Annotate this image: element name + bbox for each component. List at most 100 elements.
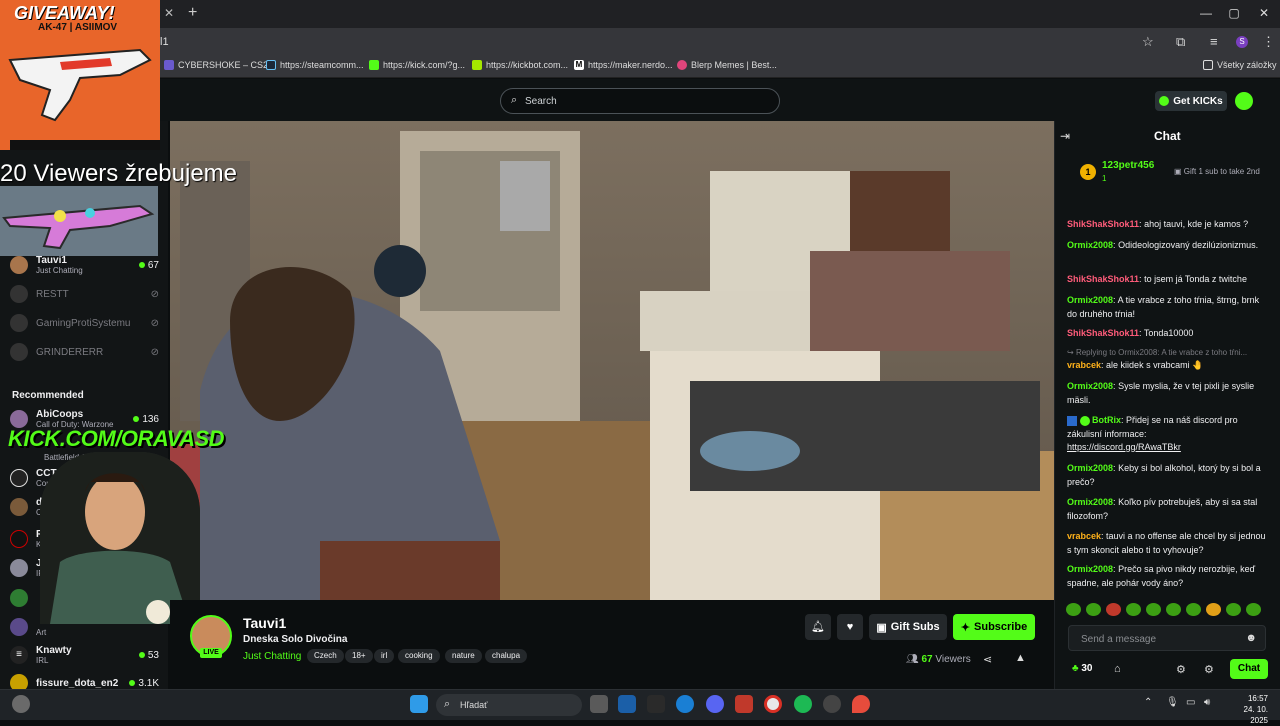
follow-heart-button[interactable]: ♥ (837, 614, 863, 640)
search-icon: ⌕ (444, 698, 451, 710)
share-icon[interactable]: ⋖ (983, 653, 992, 666)
address-bar[interactable]: l1 ☆ ⧉ ≡ S ⋮ (0, 28, 1280, 56)
avatar (10, 469, 28, 487)
sidebar-item-gamingprotisystemu[interactable]: GamingProtiSystemu ⊘ (10, 311, 165, 335)
extensions-icon[interactable]: ⧉ (1176, 34, 1185, 50)
category-link[interactable]: Just Chatting (243, 651, 301, 662)
live-dot (138, 261, 145, 268)
emote-icon[interactable] (1126, 603, 1141, 616)
bookmark-item[interactable]: CYBERSHOKE – CS2... (164, 60, 276, 70)
discord-link[interactable]: https://discord.gg/RAwaTBkr (1067, 442, 1181, 452)
store-icon[interactable]: ⌂ (1114, 663, 1121, 675)
sidebar-item-grindererr[interactable]: GRINDERERR ⊘ (10, 340, 165, 364)
maps-icon[interactable] (852, 695, 870, 713)
emoji-icon[interactable]: ☻ (1245, 632, 1257, 644)
weather-icon[interactable] (12, 695, 30, 713)
reply-context[interactable]: ↪ Replying to Ormix2008: A tie vrabce z … (1067, 348, 1269, 357)
user-avatar[interactable] (1235, 92, 1253, 110)
sidebar-item-knawty[interactable]: ≡ Knawty IRL 53 (10, 643, 165, 667)
bookmark-item[interactable]: https://kick.com/?g... (369, 60, 465, 70)
tag[interactable]: Czech (307, 649, 344, 663)
mod-tools-icon[interactable]: ⚙ (1204, 663, 1214, 676)
start-menu-icon[interactable] (410, 695, 428, 713)
avatar (10, 314, 28, 332)
tag[interactable]: irl (374, 649, 395, 663)
bookmark-item[interactable]: https://kickbot.com... (472, 60, 568, 70)
minimize-icon[interactable]: — (1196, 6, 1216, 20)
video-frame (170, 121, 1054, 600)
search-input[interactable]: ⌕ Search (500, 88, 780, 114)
emote-icon[interactable] (1086, 603, 1101, 616)
chat-message-input[interactable]: Send a message ☻ (1068, 625, 1266, 651)
network-icon[interactable]: ▭ (1186, 697, 1195, 708)
bookmark-item[interactable]: Mhttps://maker.nerdo... (574, 60, 673, 70)
media-icon[interactable]: ≡ (1210, 34, 1218, 49)
emote-icon[interactable] (1106, 603, 1121, 616)
maximize-icon[interactable]: ▢ (1224, 6, 1244, 20)
emote-icon[interactable] (1186, 603, 1201, 616)
all-bookmarks[interactable]: Všetky záložky (1203, 60, 1277, 70)
offline-icon: ⊘ (150, 346, 159, 358)
spotify-icon[interactable] (794, 695, 812, 713)
window-close-icon[interactable]: ✕ (1254, 6, 1274, 20)
new-tab-icon[interactable]: + (188, 4, 197, 22)
edge-icon[interactable] (676, 695, 694, 713)
address-text[interactable]: l1 (160, 36, 169, 48)
top-gifter-name[interactable]: 123petr456 (1102, 160, 1154, 171)
emote-icon[interactable] (1066, 603, 1081, 616)
bookmark-icon (164, 60, 174, 70)
tag[interactable]: cooking (398, 649, 440, 663)
app-icon[interactable] (735, 695, 753, 713)
emote-icon[interactable] (1206, 603, 1221, 616)
search-icon: ⌕ (511, 94, 518, 106)
taskbar-search[interactable]: ⌕ Hľadať (436, 694, 582, 716)
viewer-count: 136 (133, 414, 159, 425)
emote-icon[interactable] (1146, 603, 1161, 616)
video-player[interactable] (170, 121, 1054, 600)
chat-message: Ormix2008: Sysle myslia, že v tej pixli … (1067, 381, 1255, 405)
avatar (10, 285, 28, 303)
gift-prompt[interactable]: ▣ Gift 1 sub to take 2nd (1174, 167, 1260, 176)
task-view-icon[interactable] (590, 695, 608, 713)
tag[interactable]: nature (445, 649, 482, 663)
streamer-name[interactable]: Tauvi1 (243, 615, 286, 631)
kicks-coin-icon (1159, 96, 1170, 106)
menu-dots-icon[interactable]: ⋮ (1262, 34, 1275, 50)
tray-expand-icon[interactable]: ⌃ (1144, 697, 1152, 708)
microphone-icon[interactable]: 🎙︎ (1166, 697, 1179, 708)
viewers-icon: 👥︎ (906, 654, 919, 665)
gift-subs-button[interactable]: ▣ Gift Subs (869, 614, 947, 640)
star-icon[interactable]: ☆ (1142, 34, 1154, 50)
subscribe-button[interactable]: ✦ Subscribe (953, 614, 1035, 640)
taskbar-clock[interactable]: 16:57 24. 10. 2025 (1224, 693, 1268, 726)
volume-icon[interactable]: 🔊︎ (1204, 697, 1210, 708)
get-kicks-button[interactable]: Get KICKs (1155, 91, 1227, 111)
chrome-icon[interactable] (764, 695, 782, 713)
emote-icon[interactable] (1166, 603, 1181, 616)
kick-link-overlay: KICK.COM/ORAVASD (8, 426, 225, 451)
offline-icon: ⊘ (150, 317, 159, 329)
blerp-icon (677, 60, 687, 70)
epic-icon[interactable] (647, 695, 665, 713)
settings-icon[interactable]: ⚙ (1176, 663, 1186, 676)
sidebar-item-restt[interactable]: RESTT ⊘ (10, 282, 165, 306)
steam-icon[interactable] (618, 695, 636, 713)
emote-icon[interactable] (1226, 603, 1241, 616)
discord-icon[interactable] (706, 695, 724, 713)
chat-send-button[interactable]: Chat (1230, 659, 1268, 679)
profile-avatar[interactable]: S (1236, 36, 1248, 48)
chat-message: Ormix2008: Prečo sa pivo nikdy nerozbije… (1067, 564, 1256, 588)
report-icon[interactable]: ▲ (1015, 652, 1026, 664)
close-tab-icon[interactable]: ✕ (164, 6, 174, 20)
notification-bell-button[interactable]: 🔔︎ (805, 614, 831, 640)
collapse-chat-icon[interactable]: ⇥ (1060, 129, 1070, 143)
emote-icon[interactable] (1246, 603, 1261, 616)
kicks-balance[interactable]: ♣ 30 (1072, 663, 1092, 674)
bookmark-item[interactable]: https://steamcomm... (266, 60, 364, 70)
tag[interactable]: chalupa (485, 649, 528, 663)
tag[interactable]: 18+ (345, 649, 373, 663)
steam-client-icon[interactable] (823, 695, 841, 713)
stream-title: Dneska Solo Divočina (243, 634, 348, 645)
bookmark-item[interactable]: Blerp Memes | Best... (677, 60, 777, 70)
sidebar-item-tauvi1[interactable]: Tauvi1 Just Chatting 67 (10, 253, 165, 277)
